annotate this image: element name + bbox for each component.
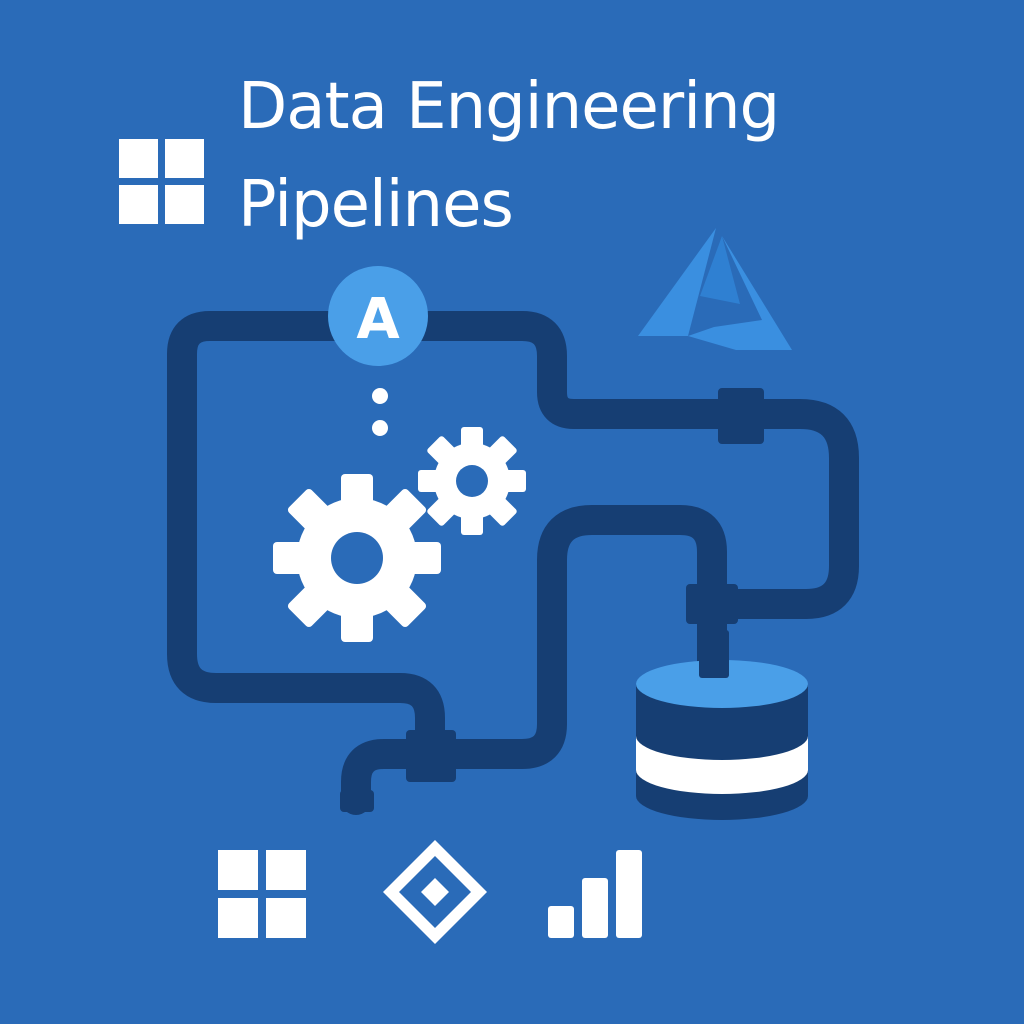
gear-large: [273, 474, 441, 642]
title-line-1: Data Engineering: [238, 70, 780, 144]
letter-a-badge-icon: A: [328, 266, 428, 366]
pipe-end-bottom: [340, 790, 374, 812]
badge-letter: A: [356, 287, 400, 352]
gear-small: [418, 427, 526, 535]
page-title: Data Engineering Pipelines: [238, 58, 780, 254]
pipe-joint-top: [718, 388, 764, 444]
pipe-joint-bottom: [406, 730, 456, 782]
title-line-2: Pipelines: [238, 168, 514, 242]
pipe-joint-right: [686, 584, 738, 624]
